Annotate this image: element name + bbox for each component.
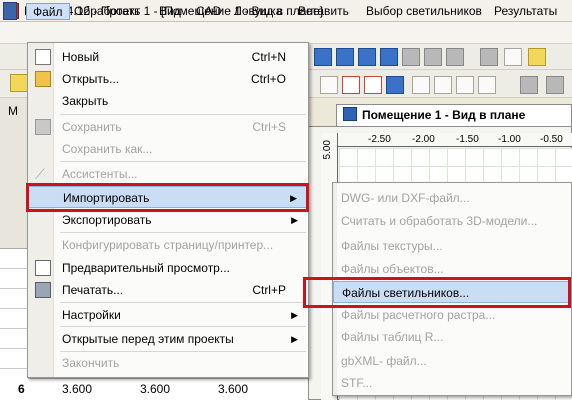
print-preview-icon bbox=[35, 260, 51, 276]
cube-tool-icon[interactable] bbox=[424, 48, 442, 66]
menu-item-save: Сохранить Ctrl+S bbox=[28, 116, 308, 138]
select-project-icon[interactable] bbox=[10, 74, 28, 92]
menu-separator bbox=[60, 302, 306, 303]
submenu-arrow-icon: ▶ bbox=[290, 193, 297, 203]
orbit-icon[interactable] bbox=[478, 76, 496, 94]
submenu-item-gbxml: gbXML- файл... bbox=[341, 354, 427, 368]
cursor-select-icon[interactable] bbox=[412, 76, 430, 94]
menu-item-settings[interactable]: Настройки ▶ bbox=[28, 304, 308, 326]
draw-line-icon[interactable] bbox=[320, 76, 338, 94]
menu-item-page-setup: Конфигурировать страницу/принтер... bbox=[62, 238, 274, 252]
new-file-icon bbox=[35, 49, 51, 65]
menu-item-print-preview[interactable]: Предварительный просмотр... bbox=[28, 257, 308, 279]
submenu-item-r-tables: Файлы таблиц R... bbox=[341, 330, 444, 344]
cylinder-tool-icon[interactable] bbox=[446, 48, 464, 66]
menu-item-recent-projects[interactable]: Открытые перед этим проекты ▶ bbox=[28, 328, 308, 350]
submenu-arrow-icon: ▶ bbox=[291, 334, 298, 344]
menu-insert[interactable]: Вставить bbox=[294, 3, 353, 20]
measure-icon[interactable] bbox=[386, 76, 404, 94]
table-cell[interactable]: 3.600 bbox=[218, 382, 248, 396]
row-number: 6 bbox=[18, 382, 25, 396]
submenu-item-textures: Файлы текстуры... bbox=[341, 239, 443, 253]
menu-grip-icon bbox=[3, 2, 17, 20]
draw-arc-icon[interactable] bbox=[364, 76, 382, 94]
wand-icon: ⟋ bbox=[35, 166, 45, 182]
submenu-item-stf: STF... bbox=[341, 376, 373, 390]
menu-view[interactable]: Вид bbox=[155, 3, 185, 20]
box-tool-icon[interactable] bbox=[402, 48, 420, 66]
menu-item-print[interactable]: Печатать... Ctrl+P bbox=[28, 279, 308, 301]
menu-results[interactable]: Результаты bbox=[490, 3, 561, 20]
menu-item-export[interactable]: Экспортировать ▶ bbox=[28, 209, 308, 231]
room-tool-icon[interactable] bbox=[336, 48, 354, 66]
open-folder-icon bbox=[35, 71, 51, 87]
submenu-item-luminaire-files[interactable]: Файлы светильников... bbox=[333, 281, 571, 303]
panel-label: M bbox=[8, 104, 18, 118]
menu-item-open[interactable]: Открыть... Ctrl+O bbox=[28, 68, 308, 90]
menu-item-save-as: Сохранить как... bbox=[62, 142, 153, 156]
menu-luminaire-selection[interactable]: Выбор светильников bbox=[362, 3, 486, 20]
menu-separator bbox=[60, 326, 306, 327]
submenu-item-objects: Файлы объектов... bbox=[341, 262, 444, 276]
table-cell[interactable]: 3.600 bbox=[62, 382, 92, 396]
ruler-left-tick: 5.00 bbox=[322, 140, 333, 160]
menu-item-import[interactable]: Импортировать ▶ bbox=[28, 186, 308, 208]
submenu-arrow-icon: ▶ bbox=[291, 215, 298, 225]
table-cell[interactable]: 3.600 bbox=[140, 382, 170, 396]
menu-cad[interactable]: CAD bbox=[192, 3, 225, 20]
menu-snap[interactable]: Ловушка bbox=[230, 3, 286, 20]
save-disk-icon bbox=[35, 119, 51, 135]
cad-tool-icon[interactable] bbox=[314, 48, 332, 66]
ruler-tick: -0.50 bbox=[540, 134, 563, 145]
menu-separator bbox=[60, 232, 306, 233]
menu-item-exit: Закончить bbox=[62, 356, 120, 370]
pan-hand-icon[interactable] bbox=[456, 76, 474, 94]
menu-item-new[interactable]: Новый Ctrl+N bbox=[28, 46, 308, 68]
submenu-arrow-icon: ▶ bbox=[291, 310, 298, 320]
ruler-tick: -2.50 bbox=[368, 134, 391, 145]
zoom-icon[interactable] bbox=[434, 76, 452, 94]
submenu-item-3d-models: Считать и обработать 3D-модели... bbox=[341, 214, 538, 228]
ruler-tick: -2.00 bbox=[412, 134, 435, 145]
room-icon bbox=[343, 107, 357, 121]
floor-tool-icon[interactable] bbox=[358, 48, 376, 66]
submenu-item-raster: Файлы расчетного растра... bbox=[341, 308, 496, 322]
submenu-item-dwg: DWG- или DXF-файл... bbox=[341, 191, 470, 205]
wrench-tool-icon[interactable] bbox=[480, 48, 498, 66]
layer-tool-icon[interactable] bbox=[380, 48, 398, 66]
ruler-tick: -1.00 bbox=[498, 134, 521, 145]
menu-bar bbox=[0, 22, 572, 44]
view-3d-icon[interactable] bbox=[520, 76, 538, 94]
menu-item-assistants: ⟋ Ассистенты... bbox=[35, 166, 138, 182]
printer-icon bbox=[35, 282, 51, 298]
menu-separator bbox=[60, 114, 306, 115]
tab-plan-view-label: Помещение 1 - Вид в плане bbox=[362, 108, 526, 122]
ruler-tick: -1.50 bbox=[456, 134, 479, 145]
menu-separator bbox=[60, 161, 306, 162]
menu-item-close[interactable]: Закрыть bbox=[28, 90, 308, 112]
menu-file[interactable]: Файл bbox=[26, 3, 70, 20]
pencil-tool-icon[interactable] bbox=[504, 48, 522, 66]
calculate-tool-icon[interactable] bbox=[528, 48, 546, 66]
view-top-icon[interactable] bbox=[546, 76, 564, 94]
draw-point-icon[interactable] bbox=[342, 76, 360, 94]
menu-edit[interactable]: Обработать bbox=[70, 3, 144, 20]
